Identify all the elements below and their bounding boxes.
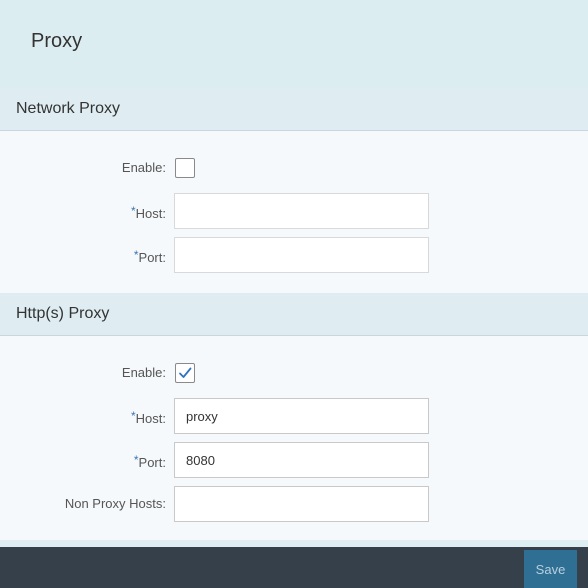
non-proxy-hosts-row: Non Proxy Hosts: bbox=[0, 486, 588, 522]
non-proxy-hosts-label: Non Proxy Hosts: bbox=[64, 496, 166, 511]
network-proxy-host-label: *Host: bbox=[131, 193, 166, 229]
network-proxy-port-label-text: Port: bbox=[138, 250, 166, 265]
network-proxy-enable-row: Enable: bbox=[0, 150, 588, 186]
http-proxy-host-input[interactable] bbox=[174, 398, 429, 434]
non-proxy-hosts-input[interactable] bbox=[174, 486, 429, 522]
http-proxy-host-label: *Host: bbox=[131, 398, 166, 434]
network-proxy-host-row: *Host: bbox=[0, 193, 588, 229]
http-proxy-port-row: *Port: bbox=[0, 442, 588, 478]
http-proxy-enable-label: Enable: bbox=[121, 365, 166, 380]
http-proxy-port-label-text: Port: bbox=[138, 455, 166, 470]
network-proxy-section: Enable: *Host: *Port: bbox=[0, 131, 588, 293]
http-proxy-enable-checkbox[interactable] bbox=[175, 363, 195, 383]
network-proxy-port-input[interactable] bbox=[174, 237, 429, 273]
http-proxy-section-header: Http(s) Proxy bbox=[0, 293, 588, 336]
page-title: Proxy bbox=[31, 30, 83, 52]
http-proxy-section: Enable: *Host: *Port: Non Proxy Hosts: bbox=[0, 336, 588, 540]
save-button[interactable]: Save bbox=[524, 550, 577, 588]
proxy-settings-page: Proxy Network Proxy Enable: *Host: *Port… bbox=[0, 0, 588, 588]
network-proxy-section-header: Network Proxy bbox=[0, 88, 588, 131]
network-proxy-host-input[interactable] bbox=[174, 193, 429, 229]
http-proxy-host-label-text: Host: bbox=[135, 411, 166, 426]
network-proxy-enable-checkbox[interactable] bbox=[175, 158, 195, 178]
http-proxy-port-input[interactable] bbox=[174, 442, 429, 478]
http-proxy-enable-row: Enable: bbox=[0, 355, 588, 391]
http-proxy-section-title: Http(s) Proxy bbox=[16, 305, 110, 322]
network-proxy-host-label-text: Host: bbox=[135, 206, 166, 221]
page-header: Proxy bbox=[0, 0, 588, 88]
network-proxy-port-label: *Port: bbox=[134, 237, 166, 273]
network-proxy-enable-label: Enable: bbox=[121, 160, 166, 175]
http-proxy-host-row: *Host: bbox=[0, 398, 588, 434]
checkmark-icon bbox=[179, 367, 192, 378]
network-proxy-section-title: Network Proxy bbox=[16, 100, 121, 117]
network-proxy-port-row: *Port: bbox=[0, 237, 588, 273]
footer-toolbar: Save bbox=[0, 547, 588, 588]
http-proxy-port-label: *Port: bbox=[134, 442, 166, 478]
